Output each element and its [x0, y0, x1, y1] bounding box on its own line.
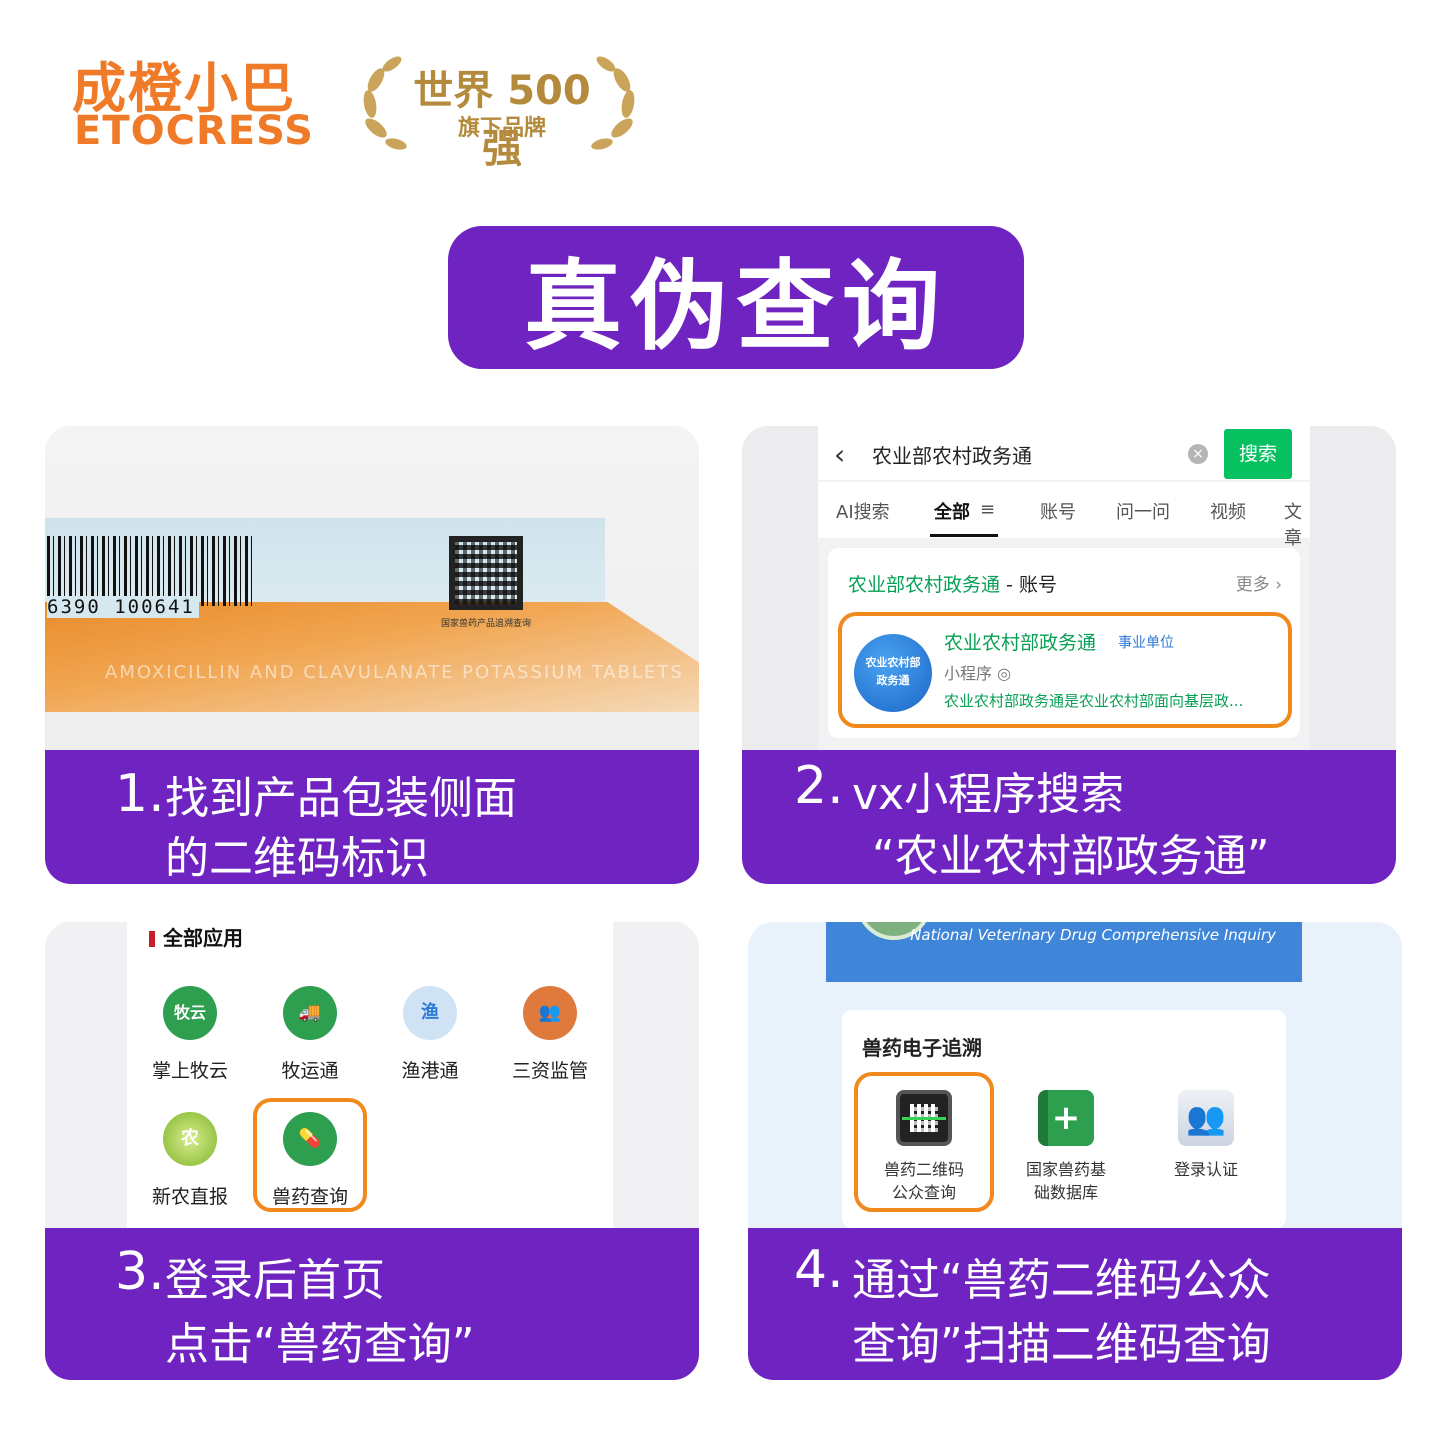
step-card-3: 全部应用 牧云 掌上牧云 🚚 牧运通 渔 渔港通 👥 三资监管 农 新农直报 💊… [45, 922, 699, 1380]
apps-heading: 全部应用 [149, 922, 243, 951]
page-title: 真伪查询 [523, 249, 948, 364]
search-button[interactable]: 搜索 [1224, 429, 1292, 479]
result-description: 农业农村部政务通是农业农村部面向基层政... [944, 692, 1244, 710]
search-bar: ‹ 农业部农村政务通 × 搜索 [818, 426, 1310, 480]
step-caption-1: 1. 找到产品包装侧面 的二维码标识 [45, 750, 699, 884]
search-input-value: 农业部农村政务通 [872, 444, 1032, 468]
step-caption-4: 4. 通过“兽药二维码公众 查询”扫描二维码查询 [748, 1228, 1402, 1380]
step-line-1: 登录后首页 [165, 1255, 385, 1306]
banner-text: National Veterinary Drug Comprehensive I… [910, 926, 1276, 944]
step-line-2: “农业农村部政务通” [872, 831, 1270, 882]
app-label: 掌上牧云 [151, 1060, 228, 1082]
step-line-1: 找到产品包装侧面 [165, 773, 517, 824]
search-tabs: AI搜索 全部 ≡ 账号 问一问 视频 文章 [818, 482, 1310, 549]
step-card-2: ‹ 农业部农村政务通 × 搜索 AI搜索 全部 ≡ 账号 问一问 视频 文章 农… [742, 426, 1396, 884]
tab-articles[interactable]: 文章 [1284, 498, 1310, 550]
back-icon[interactable]: ‹ [834, 438, 845, 471]
avatar: 农业农村部 政务通 [854, 634, 932, 712]
app-home-screenshot: 全部应用 牧云 掌上牧云 🚚 牧运通 渔 渔港通 👥 三资监管 农 新农直报 💊… [127, 922, 613, 1228]
tab-ask[interactable]: 问一问 [1116, 498, 1170, 524]
result-tag: 事业单位 [1118, 635, 1174, 651]
result-heading: 农业部农村政务通 - 账号 [848, 574, 1057, 596]
traceability-panel: 兽药电子追溯 兽药二维码 公众查询 + 国家兽药基 础数据库 👥 登录认证 [842, 1010, 1286, 1228]
database-book-icon: + [1038, 1090, 1094, 1146]
muyun-icon: 牧云 [163, 986, 217, 1040]
app-label: 牧运通 [281, 1060, 339, 1082]
active-tab-indicator [930, 534, 998, 537]
app-xinnong-zhibao[interactable]: 农 新农直报 [135, 1112, 245, 1209]
app-zhangshang-muyun[interactable]: 牧云 掌上牧云 [135, 986, 245, 1083]
tool-drug-database[interactable]: + 国家兽药基础数据库 [1006, 1090, 1126, 1204]
highlight-outline [854, 1072, 994, 1212]
step-caption-2: 2. vx小程序搜索 “农业农村部政务通” [742, 750, 1396, 884]
users-icon: 👥 [1178, 1090, 1234, 1146]
people-icon: 👥 [523, 986, 577, 1040]
app-label: 新农直报 [151, 1186, 228, 1208]
inquiry-banner: National Veterinary Drug Comprehensive I… [826, 922, 1302, 982]
result-type: 小程序 ◎ [944, 664, 1012, 683]
brand-name-en: ETOCRESS [74, 108, 314, 154]
traceability-screenshot: National Veterinary Drug Comprehensive I… [748, 922, 1402, 1228]
tool-label: 国家兽药基 [1025, 1160, 1106, 1179]
step-line-2: 的二维码标识 [165, 833, 429, 884]
wechat-search-screenshot: ‹ 农业部农村政务通 × 搜索 AI搜索 全部 ≡ 账号 问一问 视频 文章 农… [818, 426, 1310, 750]
tab-videos[interactable]: 视频 [1210, 498, 1246, 524]
nong-icon: 农 [163, 1112, 217, 1166]
step-line-2: 查询”扫描二维码查询 [852, 1319, 1271, 1370]
step-number: 3. [115, 1242, 165, 1302]
qr-caption: 国家兽药产品追溯查询 [441, 619, 532, 629]
box-print-text: AMOXICILLIN AND CLAVULANATE POTASSIUM TA… [105, 662, 684, 683]
step-number: 4. [794, 1240, 844, 1300]
highlight-outline [253, 1098, 367, 1212]
step-number: 1. [115, 764, 165, 824]
step-card-4: National Veterinary Drug Comprehensive I… [748, 922, 1402, 1380]
clear-icon[interactable]: × [1188, 444, 1208, 464]
app-sanzi-jianguan[interactable]: 👥 三资监管 [495, 986, 605, 1083]
step-card-1: 6390 100641 国家兽药产品追溯查询 AMOXICILLIN AND C… [45, 426, 699, 884]
tool-label: 登录认证 [1173, 1160, 1238, 1179]
step-caption-3: 3. 登录后首页 点击“兽药查询” [45, 1228, 699, 1380]
panel-heading: 兽药电子追溯 [862, 1036, 982, 1060]
app-muyuntong[interactable]: 🚚 牧运通 [255, 986, 365, 1083]
step-number: 2. [794, 756, 844, 816]
fishing-port-icon: 渔 [403, 986, 457, 1040]
tool-label: 础数据库 [1033, 1183, 1098, 1202]
badge-sub-text: 旗下品牌 [457, 116, 546, 141]
search-result-card: 农业部农村政务通 - 账号 更多 › 农业农村部 政务通 农业农村部政务通 事业… [828, 548, 1300, 738]
app-label: 渔港通 [401, 1060, 459, 1082]
tab-ai-search[interactable]: AI搜索 [836, 498, 890, 524]
tab-accounts[interactable]: 账号 [1040, 498, 1076, 524]
app-yugangtong[interactable]: 渔 渔港通 [375, 986, 485, 1083]
truck-icon: 🚚 [283, 986, 337, 1040]
package-photo: 6390 100641 国家兽药产品追溯查询 AMOXICILLIN AND C… [45, 426, 699, 750]
app-label: 三资监管 [511, 1060, 588, 1082]
more-link[interactable]: 更多 › [1236, 570, 1282, 595]
filter-icon[interactable]: ≡ [980, 499, 995, 520]
barcode-number: 6390 100641 [47, 596, 199, 618]
search-input[interactable]: 农业部农村政务通 × [858, 430, 1222, 476]
tool-login-auth[interactable]: 👥 登录认证 [1146, 1090, 1266, 1181]
mini-program-result[interactable]: 农业农村部 政务通 农业农村部政务通 事业单位 小程序 ◎ 农业农村部政务通是农… [838, 612, 1292, 728]
step-line-1: vx小程序搜索 [852, 769, 1125, 820]
qr-code-image [449, 536, 523, 610]
tab-all[interactable]: 全部 [934, 498, 970, 524]
page-title-banner: 真伪查询 [448, 226, 1024, 369]
result-title: 农业农村部政务通 [944, 632, 1097, 654]
step-line-1: 通过“兽药二维码公众 [852, 1255, 1271, 1306]
step-line-2: 点击“兽药查询” [165, 1319, 475, 1370]
